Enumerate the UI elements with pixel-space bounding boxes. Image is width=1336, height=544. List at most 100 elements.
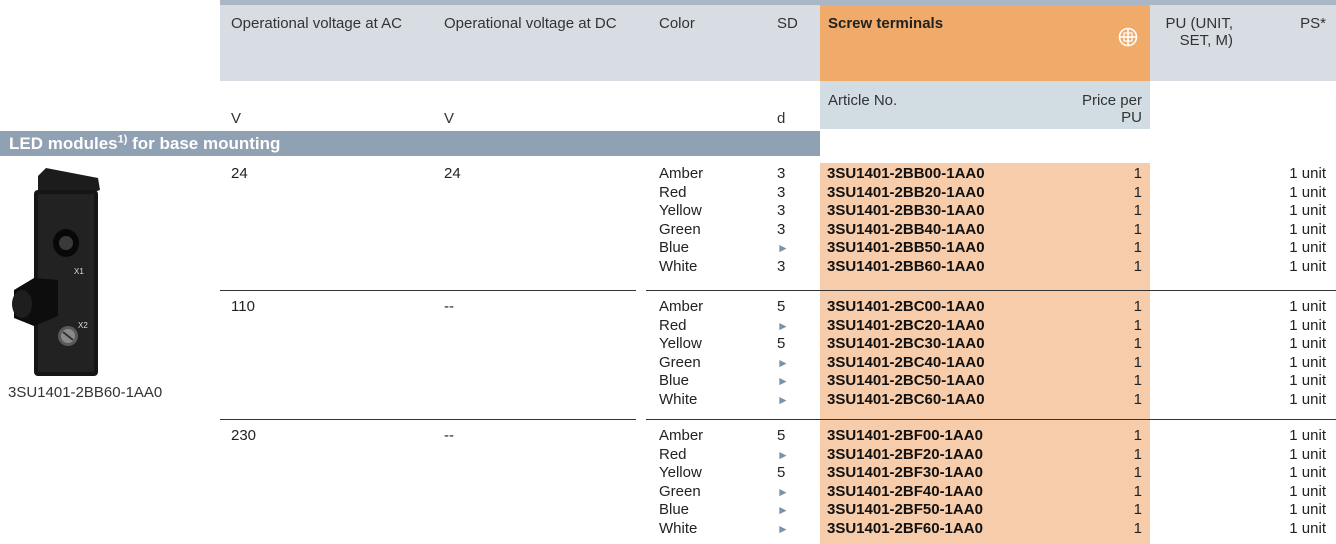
article-number: 3SU1401-2BF20-1AA0 xyxy=(827,445,983,463)
color-value: White xyxy=(659,390,698,408)
ps-value: 1 unit xyxy=(1289,501,1326,518)
svg-text:X1: X1 xyxy=(74,267,84,276)
article-number: 3SU1401-2BF60-1AA0 xyxy=(827,519,983,537)
article-no-header: Article No. xyxy=(828,92,898,109)
delivery-time-value: 5 xyxy=(777,464,786,481)
ps-value: 1 unit xyxy=(1289,464,1326,481)
pu-value: 1 xyxy=(1133,257,1142,275)
pu-value: 1 xyxy=(1133,390,1142,408)
sd-header: SD xyxy=(777,15,798,32)
pu-value: 1 xyxy=(1133,482,1142,500)
delivery-time-value: 3 xyxy=(777,220,786,238)
color-value: Yellow xyxy=(659,202,702,219)
group-divider xyxy=(646,290,1336,291)
ac-unit: V xyxy=(231,110,242,127)
ps-value: 1 unit xyxy=(1289,257,1326,275)
dc-voltage-value: -- xyxy=(444,298,454,315)
color-value: Amber xyxy=(659,427,704,444)
group-divider xyxy=(220,290,636,291)
image-caption: 3SU1401-2BB60-1AA0 xyxy=(8,384,163,401)
ps-value: 1 unit xyxy=(1289,298,1326,315)
color-value: Green xyxy=(659,220,701,238)
pu-value: 1 xyxy=(1133,202,1142,219)
article-number: 3SU1401-2BB00-1AA0 xyxy=(827,165,985,182)
section-superscript: 1) xyxy=(117,133,128,146)
ps-value: 1 unit xyxy=(1289,239,1326,256)
delivery-time-value: ► xyxy=(777,318,789,333)
article-number: 3SU1401-2BB30-1AA0 xyxy=(827,202,985,219)
color-value: Red xyxy=(659,316,687,334)
sd-unit: d xyxy=(777,110,786,127)
group-divider xyxy=(220,419,636,420)
ps-value: 1 unit xyxy=(1289,183,1326,201)
dc-voltage-value: 24 xyxy=(444,165,461,182)
color-value: Amber xyxy=(659,298,704,315)
delivery-time-value: ► xyxy=(777,392,789,407)
pu-value: 1 xyxy=(1133,183,1142,201)
article-number: 3SU1401-2BB50-1AA0 xyxy=(827,239,985,256)
delivery-time-value: ► xyxy=(777,521,789,536)
pu-value: 1 xyxy=(1133,501,1142,518)
delivery-time-value: ► xyxy=(777,503,789,517)
delivery-time-value: ► xyxy=(777,374,789,388)
color-value: White xyxy=(659,257,698,275)
ps-value: 1 unit xyxy=(1289,316,1326,334)
section-bar: LED modules1) for base mounting xyxy=(0,131,820,156)
ps-value: 1 unit xyxy=(1289,482,1326,500)
section-title: LED modules xyxy=(9,134,118,153)
pu-value: 1 xyxy=(1133,353,1142,371)
led-module-image: X1 X2 xyxy=(8,168,108,378)
pu-value: 1 xyxy=(1133,316,1142,334)
delivery-time-value: 5 xyxy=(777,298,786,315)
delivery-time-value: ► xyxy=(777,484,789,499)
pu-value: 1 xyxy=(1133,519,1142,537)
delivery-time-value: ► xyxy=(777,241,789,255)
svg-text:X2: X2 xyxy=(78,321,88,330)
pu-value: 1 xyxy=(1133,427,1142,444)
ps-value: 1 unit xyxy=(1289,202,1326,219)
delivery-time-value: 3 xyxy=(777,165,786,182)
ps-header: PS* xyxy=(1300,15,1326,32)
ps-value: 1 unit xyxy=(1289,372,1326,389)
color-value: Blue xyxy=(659,239,690,256)
color-header: Color xyxy=(659,15,695,32)
article-number: 3SU1401-2BC20-1AA0 xyxy=(827,316,985,334)
ps-value: 1 unit xyxy=(1289,390,1326,408)
voltage-group: 110 -- Amber 5 3SU1401-2BC00-1AA0 1 1 unit Red ►… xyxy=(220,290,1336,413)
price-header: Price per PU xyxy=(1081,92,1142,126)
delivery-time-value: ► xyxy=(777,447,789,462)
color-value: Red xyxy=(659,183,687,201)
article-number: 3SU1401-2BC50-1AA0 xyxy=(827,372,985,389)
pu-value: 1 xyxy=(1133,298,1142,315)
ac-voltage-value: 230 xyxy=(231,427,257,444)
delivery-time-value: 3 xyxy=(777,183,786,201)
ps-value: 1 unit xyxy=(1289,519,1326,537)
ps-value: 1 unit xyxy=(1289,335,1326,352)
article-number: 3SU1401-2BF50-1AA0 xyxy=(827,501,983,518)
ps-value: 1 unit xyxy=(1289,353,1326,371)
ac-voltage-header: Operational voltage at AC xyxy=(231,15,402,32)
article-number: 3SU1401-2BF30-1AA0 xyxy=(827,464,983,481)
group-divider xyxy=(646,419,1336,420)
color-value: Yellow xyxy=(659,335,702,352)
delivery-time-value: 5 xyxy=(777,427,786,444)
ps-value: 1 unit xyxy=(1289,427,1326,444)
pu-header: PU (UNIT, SET, M) xyxy=(1165,15,1234,49)
ac-voltage-value: 110 xyxy=(231,298,255,315)
article-number: 3SU1401-2BB20-1AA0 xyxy=(827,183,985,201)
section-title-suffix: for base mounting xyxy=(127,134,281,153)
pu-value: 1 xyxy=(1133,220,1142,238)
color-value: Blue xyxy=(659,372,690,389)
color-value: Amber xyxy=(659,165,704,182)
screw-terminals-title: Screw terminals xyxy=(828,15,944,32)
voltage-group: 24 24 Amber 3 3SU1401-2BB00-1AA0 1 1 unit Red 3 3… xyxy=(220,157,1336,280)
ps-value: 1 unit xyxy=(1289,445,1326,463)
ac-voltage-value: 24 xyxy=(231,165,248,182)
pu-value: 1 xyxy=(1133,372,1142,389)
article-number: 3SU1401-2BB60-1AA0 xyxy=(827,257,985,275)
color-value: Red xyxy=(659,445,687,463)
pu-value: 1 xyxy=(1133,464,1142,481)
dc-voltage-value: -- xyxy=(444,427,454,444)
delivery-time-value: 3 xyxy=(777,257,786,275)
ps-value: 1 unit xyxy=(1289,165,1326,182)
